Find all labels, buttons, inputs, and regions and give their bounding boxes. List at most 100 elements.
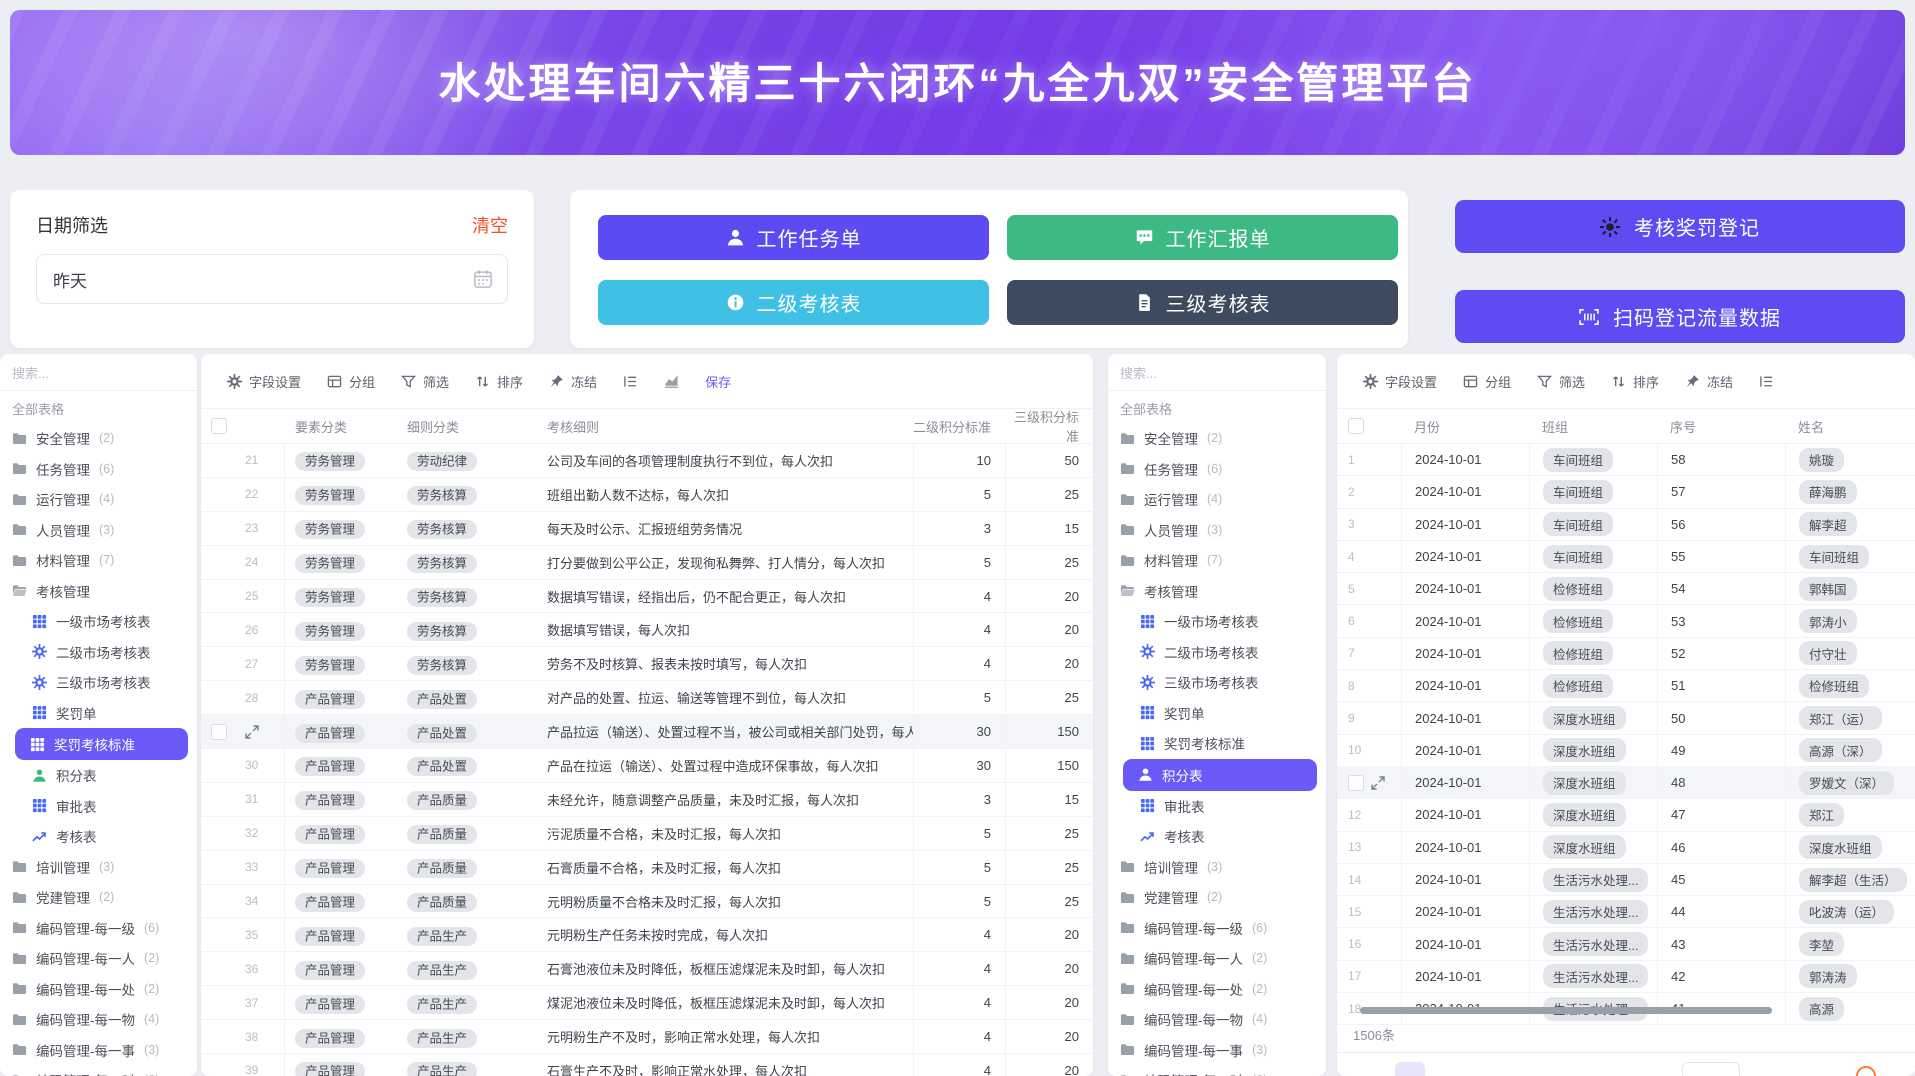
row-height-button[interactable]	[623, 374, 638, 389]
table-row[interactable]: 22024-10-01车间班组57薛海鹏	[1337, 476, 1915, 508]
chart-view-button[interactable]	[664, 374, 679, 389]
tree-item[interactable]: 材料管理(7)	[1108, 545, 1326, 576]
quick-button[interactable]: 工作任务单	[598, 215, 989, 260]
side-button[interactable]: 扫码登记流量数据	[1455, 290, 1905, 343]
expand-icon[interactable]	[1371, 776, 1385, 790]
tree-item[interactable]: 奖罚单	[1108, 698, 1326, 729]
checkbox[interactable]	[211, 418, 227, 434]
tree-item[interactable]: 党建管理(2)	[0, 882, 197, 913]
save-button[interactable]: 保存	[705, 372, 731, 391]
toolbar-pin-button[interactable]: 冻结	[549, 372, 597, 391]
tree-item[interactable]: 运行管理(4)	[0, 484, 197, 515]
tree-item[interactable]: 二级市场考核表	[1108, 637, 1326, 668]
quick-button[interactable]: 二级考核表	[598, 280, 989, 325]
tree-item[interactable]: 积分表	[0, 760, 197, 791]
table-row[interactable]: 2024-10-01深度水班组48罗嫒文（深）	[1337, 767, 1915, 799]
table-row[interactable]: 38产品管理产品生产元明粉生产不及时，影响正常水处理，每人次扣420	[201, 1020, 1093, 1054]
tree-item[interactable]: 一级市场考核表	[0, 606, 197, 637]
table-row[interactable]: 30产品管理产品处置产品在拉运（输送）、处置过程中造成环保事故，每人次扣3015…	[201, 749, 1093, 783]
column-header[interactable]: 三级积分标准	[1005, 409, 1093, 443]
tree-item[interactable]: 党建管理(2)	[1108, 882, 1326, 913]
table-row[interactable]: 35产品管理产品生产元明粉生产任务未按时完成，每人次扣420	[201, 918, 1093, 952]
tree-item[interactable]: 编码管理-每一物(4)	[1108, 1004, 1326, 1035]
right-tree-search-input[interactable]: 搜索...	[1108, 354, 1326, 391]
column-header[interactable]: 班组	[1529, 409, 1657, 443]
table-row[interactable]: 26劳务管理劳务核算数据填写错误，每人次扣420	[201, 613, 1093, 647]
column-header[interactable]: 二级积分标准	[913, 409, 1005, 443]
toolbar-pin-button[interactable]: 冻结	[1685, 372, 1733, 391]
table-row[interactable]: 37产品管理产品生产煤泥池液位未及时降低，板框压滤煤泥未及时卸，每人次扣420	[201, 986, 1093, 1020]
table-row[interactable]: 32024-10-01车间班组56解李超	[1337, 509, 1915, 541]
checkbox[interactable]	[1348, 418, 1364, 434]
checkbox[interactable]	[1348, 775, 1364, 791]
tree-item[interactable]: 考核管理	[0, 576, 197, 607]
tree-item[interactable]: 安全管理(2)	[1108, 423, 1326, 454]
tree-item[interactable]: 考核管理	[1108, 576, 1326, 607]
table-row[interactable]: 24劳务管理劳务核算打分要做到公平公正，发现徇私舞弊、打人情分，每人次扣525	[201, 546, 1093, 580]
table-row[interactable]: 92024-10-01深度水班组50郑江（运）	[1337, 702, 1915, 734]
table-row[interactable]: 21劳务管理劳动纪律公司及车间的各项管理制度执行不到位，每人次扣1050	[201, 444, 1093, 478]
table-row[interactable]: 39产品管理产品生产石膏生产不及时，影响正常水处理，每人次扣420	[201, 1054, 1093, 1076]
table-row[interactable]: 142024-10-01生活污水处理...45解李超（生活）	[1337, 864, 1915, 896]
tree-item[interactable]: 任务管理(6)	[1108, 454, 1326, 485]
tree-item[interactable]: 编码管理-每一人(2)	[0, 943, 197, 974]
tree-item[interactable]: 奖罚单	[0, 698, 197, 729]
toolbar-funnel-button[interactable]: 筛选	[1537, 372, 1585, 391]
tree-item[interactable]: 三级市场考核表	[1108, 667, 1326, 698]
pagination-button-stub[interactable]	[1395, 1062, 1425, 1076]
tree-item[interactable]: 编码管理-每一人(2)	[1108, 943, 1326, 974]
column-header[interactable]: 细则分类	[407, 417, 535, 436]
tree-item[interactable]: 编码管理-每一物(4)	[0, 1004, 197, 1035]
left-tree-search-input[interactable]: 搜索...	[0, 354, 197, 391]
tree-item[interactable]: 培训管理(3)	[1108, 852, 1326, 883]
toolbar-funnel-button[interactable]: 筛选	[401, 372, 449, 391]
tree-item[interactable]: 运行管理(4)	[1108, 484, 1326, 515]
tree-item[interactable]: 三级市场考核表	[0, 667, 197, 698]
table-row[interactable]: 102024-10-01深度水班组49高源（深）	[1337, 735, 1915, 767]
table-row[interactable]: 34产品管理产品质量元明粉质量不合格未及时汇报，每人次扣525	[201, 885, 1093, 919]
column-header[interactable]: 考核细则	[535, 417, 913, 436]
table-row[interactable]: 152024-10-01生活污水处理...44叱波涛（运）	[1337, 896, 1915, 928]
tree-item[interactable]: 编码管理-每一处(2)	[1108, 974, 1326, 1005]
table-row[interactable]: 52024-10-01检修班组54郭韩国	[1337, 573, 1915, 605]
tree-item[interactable]: 审批表	[0, 791, 197, 822]
expand-icon[interactable]	[245, 725, 259, 739]
table-row[interactable]: 25劳务管理劳务核算数据填写错误，经指出后，仍不配合更正，每人次扣420	[201, 580, 1093, 614]
checkbox[interactable]	[211, 724, 227, 740]
table-row[interactable]: 23劳务管理劳务核算每天及时公示、汇报班组劳务情况315	[201, 512, 1093, 546]
tree-item[interactable]: 奖罚考核标准	[1108, 728, 1326, 759]
table-row[interactable]: 36产品管理产品生产石膏池液位未及时降低，板框压滤煤泥未及时卸，每人次扣420	[201, 952, 1093, 986]
table-row[interactable]: 172024-10-01生活污水处理...42郭涛涛	[1337, 961, 1915, 993]
toolbar-gear-button[interactable]: 字段设置	[227, 372, 301, 391]
tree-item[interactable]: 任务管理(6)	[0, 454, 197, 485]
tree-item[interactable]: 材料管理(7)	[0, 545, 197, 576]
tree-item[interactable]: 编码管理-每一级(6)	[1108, 913, 1326, 944]
quick-button[interactable]: 三级考核表	[1007, 280, 1398, 325]
table-row[interactable]: 72024-10-01检修班组52付守壮	[1337, 638, 1915, 670]
table-row[interactable]: 32产品管理产品质量污泥质量不合格，未及时汇报，每人次扣525	[201, 817, 1093, 851]
tree-item[interactable]: 编码管理-每一时(2)	[1108, 1065, 1326, 1076]
side-button[interactable]: 考核奖罚登记	[1455, 200, 1905, 253]
tree-item[interactable]: 安全管理(2)	[0, 423, 197, 454]
table-row[interactable]: 122024-10-01深度水班组47郑江	[1337, 799, 1915, 831]
table-row[interactable]: 12024-10-01车间班组58姚璇	[1337, 444, 1915, 476]
toolbar-group-button[interactable]: 分组	[1463, 372, 1511, 391]
date-input[interactable]: 昨天	[36, 254, 508, 304]
tree-item[interactable]: 编码管理-每一处(2)	[0, 974, 197, 1005]
table-row[interactable]: 82024-10-01检修班组51检修班组	[1337, 670, 1915, 702]
tree-item[interactable]: 奖罚考核标准	[15, 728, 188, 760]
table-row[interactable]: 162024-10-01生活污水处理...43李堃	[1337, 928, 1915, 960]
table-row[interactable]: 62024-10-01检修班组53郭涛小	[1337, 605, 1915, 637]
pagination-page-stub[interactable]	[1682, 1062, 1740, 1076]
tree-item[interactable]: 编码管理-每一时(2)	[0, 1065, 197, 1076]
toolbar-gear-button[interactable]: 字段设置	[1363, 372, 1437, 391]
table-row[interactable]: 31产品管理产品质量未经允许，随意调整产品质量，未及时汇报，每人次扣315	[201, 783, 1093, 817]
toolbar-sort-button[interactable]: 排序	[475, 372, 523, 391]
table-row[interactable]: 33产品管理产品质量石膏质量不合格，未及时汇报，每人次扣525	[201, 851, 1093, 885]
column-header[interactable]: 姓名	[1785, 409, 1915, 443]
table-row[interactable]: 22劳务管理劳务核算班组出勤人数不达标，每人次扣525	[201, 478, 1093, 512]
table-row[interactable]: 132024-10-01深度水班组46深度水班组	[1337, 832, 1915, 864]
column-header[interactable]: 月份	[1401, 409, 1529, 443]
toolbar-sort-button[interactable]: 排序	[1611, 372, 1659, 391]
horizontal-scrollbar[interactable]	[1360, 1007, 1772, 1014]
